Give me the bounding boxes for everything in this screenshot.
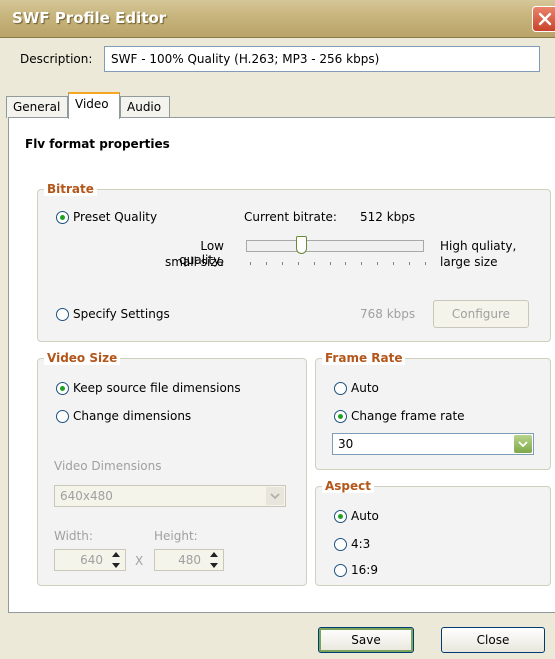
chevron-down-icon [270, 493, 280, 500]
frame-rate-dropdown-button[interactable] [514, 435, 532, 453]
change-frame-rate-option[interactable]: Change frame rate [334, 409, 465, 423]
video-dimensions-dropdown-button[interactable] [266, 487, 284, 505]
preset-quality-radio[interactable] [56, 210, 69, 224]
keep-dimensions-option[interactable]: Keep source file dimensions [56, 381, 241, 395]
high-quality-label-2: large size [440, 255, 498, 269]
frame-rate-auto-option[interactable]: Auto [334, 381, 379, 395]
specify-settings-option[interactable]: Specify Settings [56, 307, 170, 321]
bitrate-slider-track[interactable] [246, 240, 424, 252]
description-input[interactable] [104, 46, 540, 72]
aspect-4-3-option[interactable]: 4:3 [334, 537, 370, 551]
preset-quality-label: Preset Quality [73, 210, 158, 224]
frame-rate-select[interactable]: 30 [332, 433, 534, 455]
title-bar: SWF Profile Editor [0, 0, 555, 38]
video-dimensions-value: 640x480 [60, 489, 113, 503]
close-window-button[interactable] [532, 6, 555, 32]
frame-rate-value: 30 [338, 437, 354, 451]
width-stepper-arrows[interactable] [109, 552, 123, 568]
bitrate-title: Bitrate [44, 182, 97, 196]
height-value: 480 [178, 553, 201, 567]
specify-settings-label: Specify Settings [73, 307, 170, 321]
change-frame-rate-label: Change frame rate [351, 409, 465, 423]
aspect-auto-radio[interactable] [334, 509, 347, 523]
chevron-down-icon [518, 441, 528, 448]
frame-rate-title: Frame Rate [322, 351, 406, 365]
description-label: Description: [20, 52, 93, 66]
aspect-4-3-label: 4:3 [351, 537, 371, 551]
frame-rate-auto-radio[interactable] [334, 381, 347, 395]
tab-general[interactable]: General [6, 96, 68, 118]
panel-heading: Flv format properties [25, 137, 170, 151]
keep-dimensions-label: Keep source file dimensions [73, 381, 241, 395]
close-button[interactable]: Close [441, 627, 545, 653]
height-stepper[interactable]: 480 [154, 549, 224, 571]
current-bitrate-value: 512 kbps [360, 210, 416, 224]
aspect-16-9-option[interactable]: 16:9 [334, 563, 378, 577]
aspect-16-9-radio[interactable] [334, 563, 347, 577]
aspect-title: Aspect [322, 479, 375, 493]
video-size-title: Video Size [44, 351, 121, 365]
save-button[interactable]: Save [318, 627, 414, 653]
low-quality-label-2: small size [164, 255, 224, 269]
video-size-group: Video Size Keep source file dimensions C… [37, 351, 307, 586]
tab-audio[interactable]: Audio [120, 96, 170, 118]
specify-bitrate-value: 768 kbps [360, 307, 416, 321]
current-bitrate-label: Current bitrate: [244, 210, 337, 224]
change-dimensions-label: Change dimensions [73, 409, 192, 423]
video-tab-panel: Flv format properties Bitrate Preset Qua… [8, 117, 555, 613]
preset-quality-option[interactable]: Preset Quality [56, 210, 157, 224]
height-stepper-arrows[interactable] [207, 552, 221, 568]
bitrate-group: Bitrate Preset Quality Current bitrate: … [37, 182, 551, 342]
video-dimensions-label: Video Dimensions [54, 459, 162, 473]
bitrate-slider-thumb[interactable] [296, 236, 308, 254]
tab-video[interactable]: Video [68, 92, 120, 119]
video-dimensions-select[interactable]: 640x480 [54, 485, 286, 507]
close-icon [538, 12, 552, 26]
change-frame-rate-radio[interactable] [334, 409, 347, 423]
arrow-down-icon [112, 563, 120, 568]
high-quality-label-1: High quliaty, [440, 239, 517, 253]
configure-button[interactable]: Configure [433, 300, 529, 328]
specify-settings-radio[interactable] [56, 307, 69, 321]
height-label: Height: [154, 529, 198, 543]
frame-rate-auto-label: Auto [351, 381, 379, 395]
arrow-down-icon [210, 563, 218, 568]
arrow-up-icon [112, 552, 120, 557]
width-stepper[interactable]: 640 [54, 549, 126, 571]
width-value: 640 [80, 553, 103, 567]
change-dimensions-radio[interactable] [56, 409, 69, 423]
frame-rate-group: Frame Rate Auto Change frame rate 30 [315, 351, 551, 470]
window-title: SWF Profile Editor [12, 9, 167, 27]
times-separator: X [135, 554, 144, 568]
aspect-auto-option[interactable]: Auto [334, 509, 379, 523]
keep-dimensions-radio[interactable] [56, 381, 69, 395]
aspect-16-9-label: 16:9 [351, 563, 378, 577]
aspect-group: Aspect Auto 4:3 16:9 [315, 479, 551, 586]
aspect-4-3-radio[interactable] [334, 537, 347, 551]
bitrate-slider-ticks [250, 262, 426, 266]
width-label: Width: [54, 529, 93, 543]
aspect-auto-label: Auto [351, 509, 379, 523]
arrow-up-icon [210, 552, 218, 557]
change-dimensions-option[interactable]: Change dimensions [56, 409, 191, 423]
